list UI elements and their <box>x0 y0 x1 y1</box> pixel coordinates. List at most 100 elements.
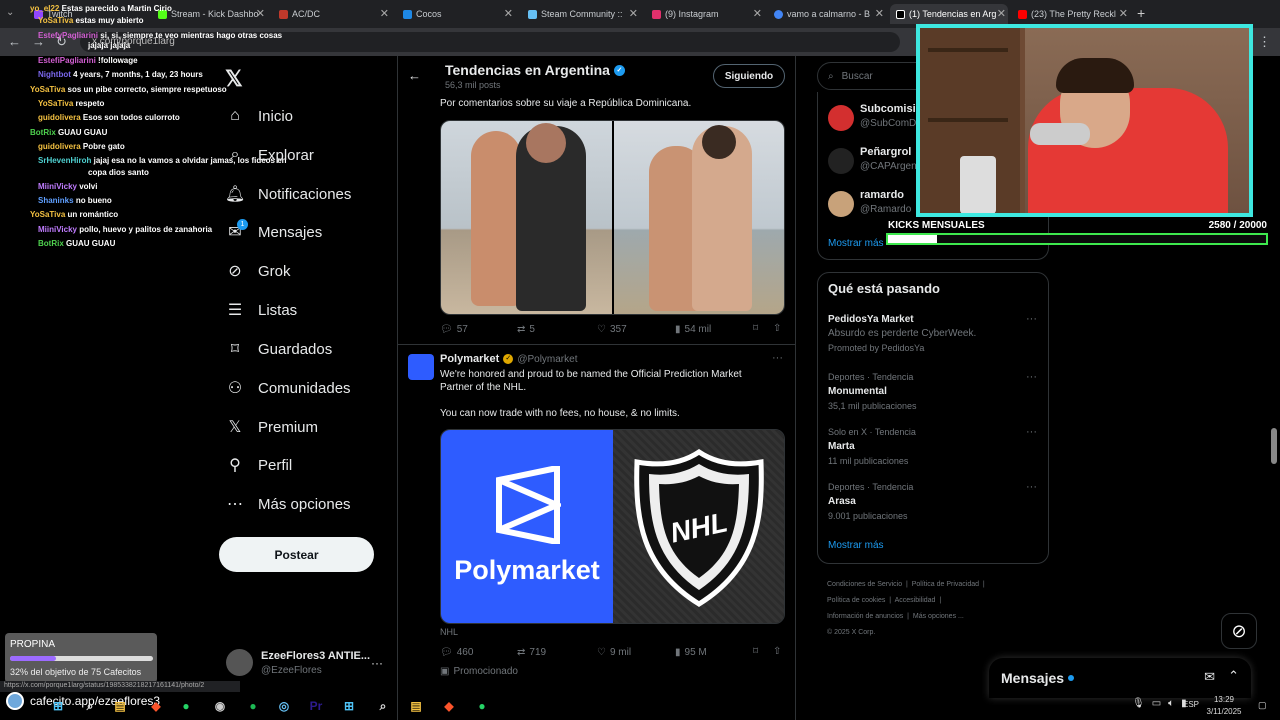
premiere-icon[interactable]: Pr <box>308 698 324 714</box>
close-icon[interactable]: ✕ <box>380 7 389 20</box>
chevron-up-icon[interactable]: ⌃ <box>1228 668 1239 684</box>
tab-4[interactable]: Steam Community :: ✕ <box>522 4 640 24</box>
more-icon[interactable]: ··· <box>772 352 783 364</box>
back-arrow-icon[interactable]: ← <box>408 68 421 83</box>
obs-icon[interactable]: ◉ <box>212 698 228 714</box>
more-icon[interactable]: ··· <box>1026 371 1037 383</box>
close-icon[interactable]: ✕ <box>753 7 762 20</box>
tweet-media[interactable] <box>440 120 785 315</box>
copyright: © 2025 X Corp. <box>827 629 876 636</box>
footer-link[interactable]: Información de anuncios <box>827 613 903 620</box>
sidebar-item-perfil[interactable]: ⚲ Perfil <box>226 456 292 475</box>
reply-button[interactable]: 💬︎ 460 <box>440 647 473 658</box>
tweet-author[interactable]: Polymarket ✓ @Polymarket <box>440 353 577 365</box>
footer-link[interactable]: Política de cookies <box>827 597 885 604</box>
footer-link[interactable]: Accesibilidad <box>895 597 936 604</box>
reply-button[interactable]: 💬︎ 57 <box>440 324 468 335</box>
tab-8[interactable]: (23) The Pretty Reckl ✕ <box>1012 4 1130 24</box>
photo-2[interactable] <box>614 121 784 314</box>
avatar[interactable] <box>828 148 854 174</box>
close-icon[interactable]: ✕ <box>875 7 884 20</box>
retweet-button[interactable]: ⇄ 719 <box>517 647 546 658</box>
tab-3[interactable]: Cocos ✕ <box>397 4 515 24</box>
tab-6[interactable]: vamo a calmarno - B ✕ <box>768 4 886 24</box>
avatar[interactable] <box>226 649 253 676</box>
follow-name[interactable]: Subcomisió <box>860 103 922 115</box>
trend-item[interactable]: Deportes · Tendencia Arasa 9.001 publicaci… <box>828 482 1038 532</box>
footer-link[interactable]: Más opciones ... <box>913 613 964 620</box>
scrollbar-thumb[interactable] <box>1271 428 1277 464</box>
more-icon[interactable]: ··· <box>1026 426 1037 438</box>
sidebar-item-premium[interactable]: 𝕏 Premium <box>226 418 318 437</box>
language-indicator[interactable]: ESP <box>1183 700 1199 709</box>
footer-link[interactable]: Política de Privacidad <box>912 581 979 588</box>
follow-name[interactable]: ramardo <box>860 189 904 201</box>
mic-icon[interactable]: 🎙︎ <box>1132 698 1145 709</box>
tab-2[interactable]: AC/DC ✕ <box>273 4 391 24</box>
close-icon[interactable]: ✕ <box>1119 7 1128 20</box>
spotify-icon[interactable]: ● <box>245 698 261 714</box>
new-message-icon[interactable]: ✉ <box>1204 669 1215 685</box>
sidebar-item-guardados[interactable]: ⌑ Guardados <box>226 340 332 359</box>
photo-1[interactable] <box>441 121 612 314</box>
more-icon[interactable]: ··· <box>1026 313 1037 325</box>
sidebar-item-explorar[interactable]: ⌕ Explorar <box>226 146 314 164</box>
tab-7[interactable]: (1) Tendencias en Arg ✕ <box>890 4 1008 24</box>
sidebar-item-comunidades[interactable]: ⚇ Comunidades <box>226 379 351 398</box>
grok-icon[interactable]: ⊘ <box>1221 613 1257 649</box>
like-button[interactable]: ♡ 357 <box>597 324 627 335</box>
file-explorer-icon[interactable]: ▤ <box>112 698 128 714</box>
bookmark-icon[interactable]: ⌑ <box>753 323 758 334</box>
steam-icon[interactable]: ◎ <box>276 698 292 714</box>
x-logo-icon[interactable]: 𝕏 <box>225 66 243 92</box>
avatar[interactable] <box>828 105 854 131</box>
trend-item[interactable]: Solo en X · Tendencia Marta 11 mil publica… <box>828 427 1038 477</box>
brave-icon[interactable]: ◆ <box>441 698 457 714</box>
bookmark-icon[interactable]: ⌑ <box>753 646 758 657</box>
trend-item[interactable]: Deportes · Tendencia Monumental 35,1 mil p… <box>828 372 1038 422</box>
whatsapp-icon[interactable]: ● <box>178 698 194 714</box>
show-more-link[interactable]: Mostrar más <box>828 540 884 551</box>
sidebar-item-mensajes[interactable]: ✉ 1 Mensajes <box>226 219 322 241</box>
like-button[interactable]: ♡ 9 mil <box>597 647 631 658</box>
new-tab-icon[interactable]: + <box>1137 5 1145 21</box>
tab-5[interactable]: (9) Instagram ✕ <box>646 4 764 24</box>
views-button[interactable]: ▮ 54 mil <box>675 324 711 335</box>
close-icon[interactable]: ✕ <box>629 7 638 20</box>
volume-icon[interactable]: 🔈︎ <box>1168 698 1174 709</box>
close-icon[interactable]: ✕ <box>997 7 1006 20</box>
search-icon[interactable]: ⌕ <box>82 698 98 714</box>
file-explorer-icon[interactable]: ▤ <box>408 698 424 714</box>
clock[interactable]: 13:29 3/11/2025 <box>1202 694 1246 718</box>
footer-link[interactable]: Condiciones de Servicio <box>827 581 902 588</box>
close-icon[interactable]: ✕ <box>504 7 513 20</box>
search-icon[interactable]: ⌕ <box>375 698 391 714</box>
sidebar-item-m-s-opciones[interactable]: ⋯ Más opciones <box>226 495 351 514</box>
tweet-media[interactable]: Polymarket NHL <box>440 429 785 624</box>
windows-icon[interactable]: ⊞ <box>50 698 66 714</box>
avatar[interactable] <box>408 354 434 380</box>
notification-icon[interactable]: ▢ <box>1258 700 1267 711</box>
sidebar-item-inicio[interactable]: ⌂ Inicio <box>226 107 293 125</box>
messages-drawer[interactable]: Mensajes ✉ ⌃ <box>989 658 1251 698</box>
share-icon[interactable]: ⇧ <box>773 323 781 334</box>
menu-icon[interactable]: ⋮ <box>1258 34 1271 50</box>
sidebar-item-listas[interactable]: ☰ Listas <box>226 301 297 320</box>
following-button[interactable]: Siguiendo <box>713 64 785 88</box>
windows-icon[interactable]: ⊞ <box>341 698 357 714</box>
sidebar-item-grok[interactable]: ⊘ Grok <box>226 262 290 281</box>
whatsapp-icon[interactable]: ● <box>474 698 490 714</box>
views-button[interactable]: ▮ 95 M <box>675 647 707 658</box>
brave-icon[interactable]: ◆ <box>148 698 164 714</box>
network-icon[interactable]: ▭ <box>1152 698 1161 709</box>
sidebar-item-notificaciones[interactable]: 🔔︎ Notificaciones <box>225 185 352 204</box>
retweet-button[interactable]: ⇄ 5 <box>517 324 535 335</box>
trend-item[interactable]: PedidosYa Market Absurdo es perderte Cybe… <box>828 314 1038 364</box>
post-button[interactable]: Postear <box>219 537 374 572</box>
more-icon[interactable]: ··· <box>1026 481 1037 493</box>
more-icon[interactable]: ··· <box>371 656 383 670</box>
share-icon[interactable]: ⇧ <box>773 646 781 657</box>
follow-name[interactable]: Peñargrol <box>860 146 911 158</box>
show-more-link[interactable]: Mostrar más <box>828 238 884 249</box>
avatar[interactable] <box>828 191 854 217</box>
